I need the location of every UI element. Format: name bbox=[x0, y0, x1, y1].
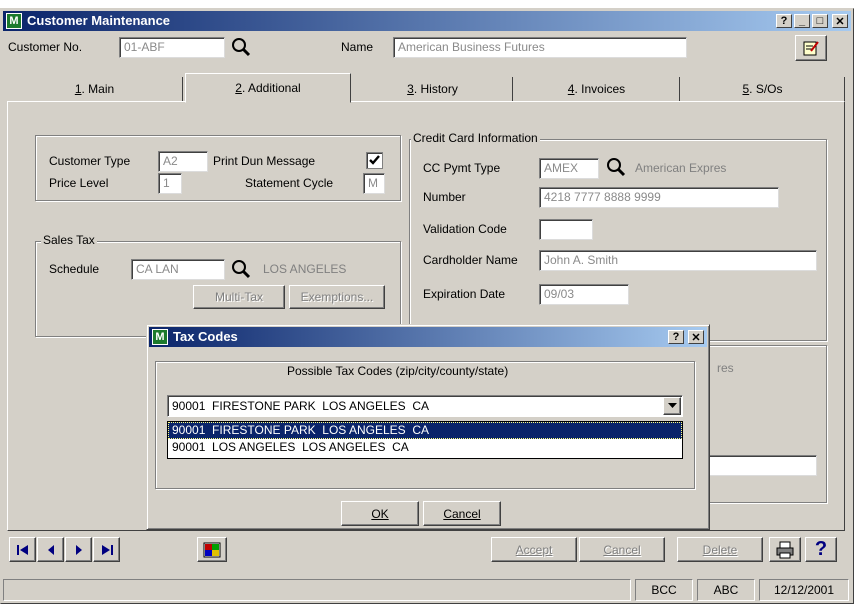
print-dun-checkbox[interactable] bbox=[366, 152, 383, 169]
price-level-label: Price Level bbox=[49, 176, 109, 190]
next-record-button[interactable] bbox=[65, 537, 92, 562]
first-record-button[interactable] bbox=[9, 537, 36, 562]
dialog-title: Tax Codes bbox=[173, 329, 238, 344]
customer-options-group bbox=[35, 135, 401, 201]
tax-codes-dialog: M Tax Codes ? ✕ Possible Tax Codes (zip/… bbox=[146, 324, 710, 530]
search-icon bbox=[232, 38, 251, 57]
dialog-ok-button[interactable]: OK bbox=[341, 501, 419, 526]
print-dun-label: Print Dun Message bbox=[213, 154, 316, 168]
status-company: BCC bbox=[635, 579, 693, 601]
print-button[interactable] bbox=[769, 537, 801, 562]
multitax-button[interactable]: Multi-Tax bbox=[193, 285, 285, 309]
statement-cycle-label: Statement Cycle bbox=[245, 176, 334, 190]
tab-sos[interactable]: 5. S/Os bbox=[681, 77, 845, 101]
previous-icon bbox=[47, 544, 54, 555]
window-title: Customer Maintenance bbox=[27, 13, 171, 28]
name-field[interactable]: American Business Futures bbox=[393, 37, 687, 58]
statement-cycle-field[interactable]: M bbox=[363, 173, 385, 194]
expiration-field[interactable]: 09/03 bbox=[539, 284, 629, 305]
tax-code-select[interactable]: 90001 FIRESTONE PARK LOS ANGELES CA bbox=[167, 395, 683, 417]
customer-type-label: Customer Type bbox=[49, 154, 131, 168]
dialog-help-icon[interactable]: ? bbox=[668, 330, 684, 344]
cancel-button[interactable]: Cancel bbox=[579, 537, 665, 562]
dialog-cancel-button[interactable]: Cancel bbox=[423, 501, 501, 526]
checkmark-icon bbox=[369, 155, 380, 165]
status-user: ABC bbox=[697, 579, 755, 601]
tab-main[interactable]: 1. Main bbox=[7, 77, 183, 101]
schedule-lookup-button[interactable] bbox=[229, 257, 253, 281]
validation-field[interactable] bbox=[539, 219, 593, 240]
delete-button[interactable]: Delete bbox=[677, 537, 763, 562]
background-strip bbox=[0, 0, 854, 8]
tab-additional[interactable]: 2. Additional bbox=[185, 73, 351, 103]
next-icon bbox=[75, 544, 82, 555]
cardholder-label: Cardholder Name bbox=[423, 253, 518, 267]
help-icon[interactable]: ? bbox=[776, 14, 792, 28]
customer-no-field[interactable]: 01-ABF bbox=[119, 37, 225, 58]
tab-history[interactable]: 3. History bbox=[353, 77, 513, 101]
status-bar: BCC ABC 12/12/2001 bbox=[3, 579, 851, 601]
last-record-button[interactable] bbox=[93, 537, 120, 562]
credit-card-title: Credit Card Information bbox=[411, 131, 540, 145]
customer-type-field[interactable]: A2 bbox=[158, 151, 208, 172]
hidden-field[interactable] bbox=[707, 455, 817, 476]
last-icon bbox=[101, 544, 113, 555]
tab-invoices[interactable]: 4. Invoices bbox=[514, 77, 680, 101]
price-level-field[interactable]: 1 bbox=[158, 173, 182, 194]
status-date: 12/12/2001 bbox=[759, 579, 849, 601]
schedule-desc: LOS ANGELES bbox=[263, 262, 347, 276]
cc-number-label: Number bbox=[423, 190, 466, 204]
sales-tax-title: Sales Tax bbox=[41, 233, 97, 247]
printer-icon bbox=[776, 541, 794, 558]
minimize-icon[interactable]: _ bbox=[794, 14, 810, 28]
tax-code-option[interactable]: 90001 FIRESTONE PARK LOS ANGELES CA bbox=[168, 422, 682, 439]
tax-codes-group-title: Possible Tax Codes (zip/city/county/stat… bbox=[287, 364, 509, 378]
memo-icon bbox=[803, 41, 819, 56]
search-icon bbox=[607, 158, 626, 177]
first-icon bbox=[16, 544, 28, 555]
exemptions-button[interactable]: Exemptions... bbox=[289, 285, 385, 309]
app-icon: M bbox=[6, 13, 22, 29]
validation-label: Validation Code bbox=[423, 222, 507, 236]
lookup-list-button[interactable] bbox=[197, 537, 227, 562]
cc-type-desc: American Expres bbox=[635, 161, 727, 175]
search-icon bbox=[232, 260, 251, 279]
customer-no-label: Customer No. bbox=[8, 40, 83, 54]
cc-type-lookup-button[interactable] bbox=[604, 155, 628, 179]
schedule-field[interactable]: CA LAN bbox=[131, 259, 225, 280]
expiration-label: Expiration Date bbox=[423, 287, 506, 301]
name-label: Name bbox=[341, 40, 374, 54]
status-main bbox=[3, 579, 631, 601]
tax-code-option[interactable]: 90001 LOS ANGELES LOS ANGELES CA bbox=[168, 439, 682, 456]
maximize-icon[interactable]: □ bbox=[812, 14, 828, 28]
customer-lookup-button[interactable] bbox=[229, 35, 253, 59]
dialog-close-icon[interactable]: ✕ bbox=[688, 330, 704, 344]
tax-code-list[interactable]: 90001 FIRESTONE PARK LOS ANGELES CA 9000… bbox=[167, 421, 683, 459]
memo-button[interactable] bbox=[795, 35, 827, 61]
cardholder-field[interactable]: John A. Smith bbox=[539, 250, 817, 271]
cc-type-field[interactable]: AMEX bbox=[539, 158, 599, 179]
help-button[interactable]: ? bbox=[805, 537, 837, 562]
tax-code-selected: 90001 FIRESTONE PARK LOS ANGELES CA bbox=[172, 399, 429, 413]
accept-button[interactable]: Accept bbox=[491, 537, 577, 562]
cc-type-label: CC Pymt Type bbox=[423, 161, 501, 175]
grid-list-icon bbox=[203, 542, 221, 557]
previous-record-button[interactable] bbox=[37, 537, 64, 562]
title-bar[interactable]: M Customer Maintenance ? _ □ ✕ bbox=[3, 11, 851, 31]
schedule-label: Schedule bbox=[49, 262, 100, 276]
dialog-app-icon: M bbox=[152, 329, 168, 345]
close-icon[interactable]: ✕ bbox=[832, 14, 848, 28]
tab-bar: 1. Main 2. Additional 3. History 4. Invo… bbox=[7, 73, 845, 103]
cc-number-field[interactable]: 4218 7777 8888 9999 bbox=[539, 187, 779, 208]
tax-code-dropdown-button[interactable] bbox=[663, 397, 681, 415]
hidden-text: res bbox=[717, 361, 734, 375]
help-question-icon: ? bbox=[814, 538, 828, 560]
chevron-down-icon bbox=[667, 403, 677, 408]
dialog-title-bar[interactable]: M Tax Codes ? ✕ bbox=[149, 327, 707, 347]
